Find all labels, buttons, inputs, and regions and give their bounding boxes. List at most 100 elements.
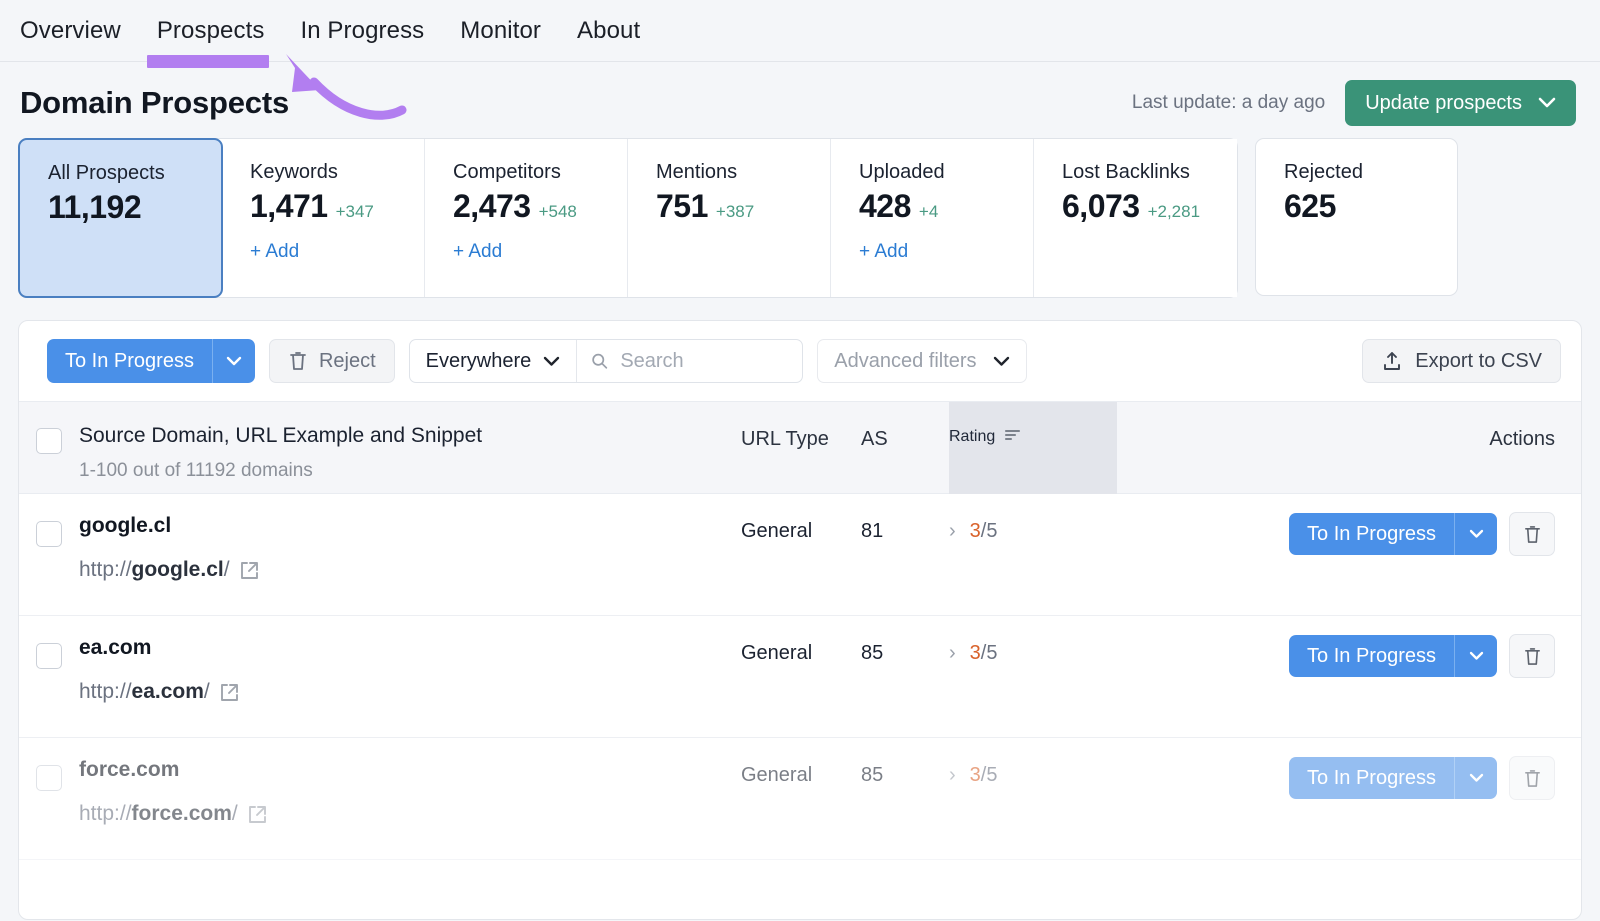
external-link-icon[interactable]: [240, 561, 259, 580]
stat-card-value: 1,471: [250, 188, 328, 224]
stat-card-keywords[interactable]: Keywords 1,471 +347 + Add: [222, 139, 425, 297]
row-to-in-progress-caret-button[interactable]: [1455, 513, 1497, 555]
row-checkbox[interactable]: [36, 765, 62, 791]
row-rating-cell[interactable]: › 3/5: [949, 616, 1117, 665]
row-domain-name[interactable]: google.cl: [79, 514, 741, 538]
chevron-down-icon: [226, 356, 242, 365]
row-rating-denominator: /5: [980, 520, 998, 542]
row-url-prefix: http://: [79, 802, 132, 825]
stat-card-add-link[interactable]: + Add: [859, 241, 1033, 263]
stat-card-add-link[interactable]: + Add: [250, 241, 424, 263]
scope-select-value: Everywhere: [425, 349, 532, 372]
table-row[interactable]: google.cl http://google.cl/ General 81 ›…: [19, 494, 1581, 616]
stat-card-label: Competitors: [453, 161, 561, 183]
bulk-to-in-progress-button[interactable]: To In Progress: [47, 339, 213, 383]
page-header-actions: Last update: a day ago Update prospects: [1132, 80, 1576, 126]
row-to-in-progress-button[interactable]: To In Progress: [1289, 757, 1455, 799]
row-domain-name[interactable]: force.com: [79, 758, 741, 782]
row-delete-button[interactable]: [1509, 634, 1555, 678]
row-to-in-progress-split-button[interactable]: To In Progress: [1289, 635, 1497, 677]
export-label: Export to CSV: [1415, 349, 1542, 372]
row-delete-button[interactable]: [1509, 512, 1555, 556]
stat-card-uploaded[interactable]: Uploaded 428 +4 + Add: [831, 139, 1034, 297]
bulk-to-in-progress-caret-button[interactable]: [212, 339, 255, 383]
nav-item-monitor[interactable]: Monitor: [460, 17, 541, 45]
stat-card-label: Keywords: [250, 161, 338, 183]
row-url-prefix: http://: [79, 558, 132, 581]
search-input[interactable]: [620, 349, 789, 373]
row-domain-cell: ea.com http://ea.com/: [79, 616, 741, 704]
row-url-suffix: /: [231, 802, 238, 825]
row-rating-cell[interactable]: › 3/5: [949, 494, 1117, 543]
bulk-to-in-progress-split-button[interactable]: To In Progress: [47, 339, 255, 383]
chevron-right-icon[interactable]: ›: [949, 642, 956, 665]
table-row[interactable]: force.com http://force.com/ General 85 ›…: [19, 738, 1581, 860]
row-rating-value: 3/5: [970, 520, 998, 543]
row-domain-url[interactable]: http://force.com/: [79, 802, 741, 826]
stat-card-delta: +548: [538, 202, 577, 221]
reject-button[interactable]: Reject: [268, 339, 395, 383]
row-actions-cell: To In Progress: [1117, 616, 1581, 678]
row-checkbox[interactable]: [36, 521, 62, 547]
stat-card-label: Mentions: [656, 161, 738, 183]
stat-card-mentions[interactable]: Mentions 751 +387: [628, 139, 831, 297]
column-header-as[interactable]: AS: [861, 402, 949, 451]
update-prospects-button[interactable]: Update prospects: [1345, 80, 1576, 126]
row-to-in-progress-caret-button[interactable]: [1455, 757, 1497, 799]
stat-card-delta: +4: [918, 202, 939, 221]
row-to-in-progress-split-button[interactable]: To In Progress: [1289, 513, 1497, 555]
row-to-in-progress-button[interactable]: To In Progress: [1289, 635, 1455, 677]
row-rating-cell[interactable]: › 3/5: [949, 738, 1117, 787]
stat-card-value: 6,073: [1062, 188, 1140, 224]
trash-icon: [1524, 525, 1540, 543]
stat-card-value: 2,473: [453, 188, 531, 224]
stat-card-competitors[interactable]: Competitors 2,473 +548 + Add: [425, 139, 628, 297]
row-domain-url[interactable]: http://google.cl/: [79, 558, 741, 582]
column-header-rating[interactable]: Rating: [949, 402, 1117, 495]
stat-card-delta: +347: [335, 202, 374, 221]
stat-card-all-prospects[interactable]: All Prospects 11,192: [18, 138, 223, 298]
row-delete-button[interactable]: [1509, 756, 1555, 800]
row-domain-cell: google.cl http://google.cl/: [79, 494, 741, 582]
scope-and-search: Everywhere: [408, 339, 804, 383]
nav-item-in-progress[interactable]: In Progress: [300, 17, 424, 45]
stat-card-delta: +387: [715, 202, 755, 221]
stat-card-lost-backlinks[interactable]: Lost Backlinks 6,073 +2,281: [1034, 139, 1237, 297]
select-all-checkbox[interactable]: [36, 428, 62, 454]
row-to-in-progress-button[interactable]: To In Progress: [1289, 513, 1455, 555]
export-to-csv-button[interactable]: Export to CSV: [1362, 339, 1561, 383]
external-link-icon[interactable]: [220, 683, 239, 702]
row-url-type: General: [741, 764, 813, 786]
column-header-url-type[interactable]: URL Type: [741, 402, 861, 451]
row-to-in-progress-caret-button[interactable]: [1455, 635, 1497, 677]
row-select-cell: [19, 494, 79, 547]
top-navigation: Overview Prospects In Progress Monitor A…: [0, 0, 1600, 68]
advanced-filters-button[interactable]: Advanced filters: [817, 339, 1027, 383]
scope-select[interactable]: Everywhere: [410, 340, 578, 382]
stat-card-add-link[interactable]: + Add: [453, 241, 627, 263]
stat-card-rejected[interactable]: Rejected 625: [1255, 138, 1458, 296]
row-domain-url[interactable]: http://ea.com/: [79, 680, 741, 704]
chevron-down-icon: [1538, 97, 1556, 108]
page-header: Domain Prospects Last update: a day ago …: [0, 62, 1600, 134]
chevron-right-icon[interactable]: ›: [949, 520, 956, 543]
search-field[interactable]: [577, 340, 802, 382]
stat-card-value: 625: [1284, 188, 1336, 224]
row-rating-value: 3/5: [970, 764, 998, 787]
nav-item-about[interactable]: About: [577, 17, 640, 45]
prospects-panel: To In Progress Reject Everywhere Search …: [18, 320, 1582, 920]
row-domain-name[interactable]: ea.com: [79, 636, 741, 660]
trash-icon: [1524, 769, 1540, 787]
trash-icon: [1524, 647, 1540, 665]
row-to-in-progress-split-button[interactable]: To In Progress: [1289, 757, 1497, 799]
chevron-right-icon[interactable]: ›: [949, 764, 956, 787]
nav-item-prospects[interactable]: Prospects: [157, 17, 265, 45]
row-url-suffix: /: [223, 558, 230, 581]
nav-item-overview[interactable]: Overview: [20, 17, 121, 45]
row-rating-numerator: 3: [969, 642, 981, 664]
table-row[interactable]: ea.com http://ea.com/ General 85 › 3/5 T…: [19, 616, 1581, 738]
stat-cards: All Prospects 11,192 Keywords 1,471 +347…: [0, 134, 1600, 298]
row-rating-numerator: 3: [969, 520, 981, 542]
external-link-icon[interactable]: [248, 805, 267, 824]
row-checkbox[interactable]: [36, 643, 62, 669]
